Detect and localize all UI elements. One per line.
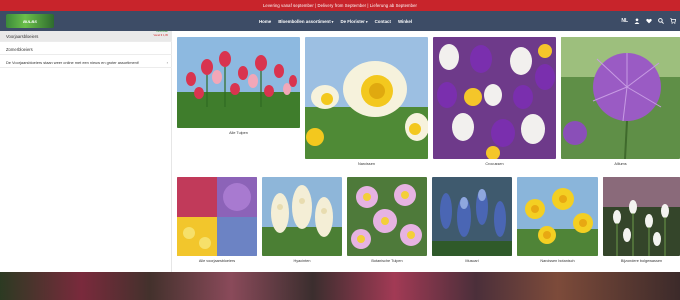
tile-label: Alle voorjaarsbloeiers bbox=[198, 259, 236, 263]
chevron-down-icon: ▾ bbox=[365, 19, 368, 24]
search-icon[interactable] bbox=[658, 18, 664, 24]
botanical-tulip-photo bbox=[347, 177, 427, 256]
price-note: Vanaf € 1,95 bbox=[153, 33, 168, 37]
page-background-image bbox=[0, 272, 680, 300]
sidebar-item-voorjaarsbloeiers[interactable]: Voorjaarsbloeiers bbox=[0, 31, 172, 42]
botanical-daffodil-photo bbox=[517, 177, 598, 256]
nav-item-label: Winkel bbox=[397, 18, 413, 24]
main-content: Voorjaarsbloeiers Leverbaar Vanaf € 1,95… bbox=[0, 30, 680, 272]
nav-item-home[interactable]: Home bbox=[259, 19, 271, 24]
user-icon[interactable] bbox=[634, 18, 640, 24]
logo-mark: BULBS bbox=[6, 14, 54, 28]
tile-label: Botanische Tulpen bbox=[371, 259, 403, 263]
nav-item-contact[interactable]: Contact bbox=[375, 19, 391, 24]
sidebar-item-label: Zomerbloeiers bbox=[6, 47, 33, 52]
tile-label: Narcissen bbox=[358, 162, 375, 166]
cart-icon[interactable] bbox=[670, 18, 676, 24]
tulip-field-photo bbox=[177, 37, 300, 128]
category-tile-narcissen-botanisch[interactable]: Narcissen botanisch bbox=[517, 177, 598, 263]
promo-banner: Levering vanaf september | Delivery from… bbox=[0, 0, 680, 11]
category-tile-muscari[interactable]: Muscari bbox=[432, 177, 512, 263]
chevron-right-icon: › bbox=[166, 60, 168, 65]
snowdrop-photo bbox=[603, 177, 680, 256]
tile-label: Hyacinten bbox=[293, 259, 311, 263]
site-logo[interactable]: BULBS bbox=[6, 13, 54, 29]
nav-item-label: Home bbox=[259, 18, 272, 24]
language-switcher[interactable]: NL bbox=[621, 18, 628, 24]
nav-item-florister[interactable]: De Florister▾ bbox=[340, 19, 367, 24]
tile-label: Bijzondere bolgewassen bbox=[620, 259, 663, 263]
nav-item-assortiment[interactable]: Bloembollen assortiment▾ bbox=[278, 19, 333, 24]
category-tile-tulpen[interactable]: Alle Tulpen bbox=[177, 37, 300, 135]
category-tile-bijzondere-bolgewassen[interactable]: Bijzondere bolgewassen bbox=[603, 177, 680, 263]
nav-menu: Home Bloembollen assortiment▾ De Florist… bbox=[259, 11, 412, 31]
sidebar-item-label: De Voorjaarsbloeiers staan weer online m… bbox=[6, 60, 140, 65]
allium-photo bbox=[561, 37, 680, 159]
sidebar-stock-meta: Leverbaar Vanaf € 1,95 bbox=[153, 30, 168, 37]
category-sidebar: Voorjaarsbloeiers Leverbaar Vanaf € 1,95… bbox=[0, 30, 172, 272]
category-tile-alliums[interactable]: Alliums bbox=[561, 37, 680, 166]
crocus-photo bbox=[433, 37, 556, 159]
main-navbar: BULBS Home Bloembollen assortiment▾ De F… bbox=[0, 11, 680, 31]
spring-mix-photo bbox=[177, 177, 257, 256]
nav-item-label: De Florister bbox=[340, 18, 365, 24]
nav-item-winkel[interactable]: Winkel bbox=[398, 19, 412, 24]
sidebar-item-zomerbloeiers[interactable]: Zomerbloeiers bbox=[0, 44, 172, 55]
category-tile-hyacinten[interactable]: Hyacinten bbox=[262, 177, 342, 263]
tile-label: Alliums bbox=[614, 162, 627, 166]
heart-icon[interactable] bbox=[646, 18, 652, 24]
nav-icons: NL bbox=[621, 11, 676, 31]
category-tile-botanische-tulpen[interactable]: Botanische Tulpen bbox=[347, 177, 427, 263]
chevron-down-icon: ▾ bbox=[331, 19, 334, 24]
tile-label: Muscari bbox=[465, 259, 479, 263]
sidebar-item-announcement[interactable]: De Voorjaarsbloeiers staan weer online m… bbox=[0, 57, 172, 68]
tile-label: Narcissen botanisch bbox=[540, 259, 575, 263]
daffodil-photo bbox=[305, 37, 428, 159]
nav-item-label: Contact bbox=[374, 18, 391, 24]
stock-status: Leverbaar bbox=[156, 30, 168, 33]
nav-item-label: Bloembollen assortiment bbox=[278, 18, 331, 24]
sidebar-item-label: Voorjaarsbloeiers bbox=[6, 34, 39, 39]
tile-label: Alle Tulpen bbox=[229, 131, 248, 135]
promo-text: Levering vanaf september | Delivery from… bbox=[263, 3, 417, 8]
category-tile-alle-voorjaarsbloeiers[interactable]: Alle voorjaarsbloeiers bbox=[177, 177, 257, 263]
category-tile-narcissen[interactable]: Narcissen bbox=[305, 37, 428, 166]
language-label: NL bbox=[621, 18, 628, 24]
muscari-photo bbox=[432, 177, 512, 256]
tile-label: Crocussen bbox=[485, 162, 504, 166]
category-tile-crocussen[interactable]: Crocussen bbox=[433, 37, 556, 166]
logo-text: BULBS bbox=[23, 18, 37, 24]
hyacinth-photo bbox=[262, 177, 342, 256]
